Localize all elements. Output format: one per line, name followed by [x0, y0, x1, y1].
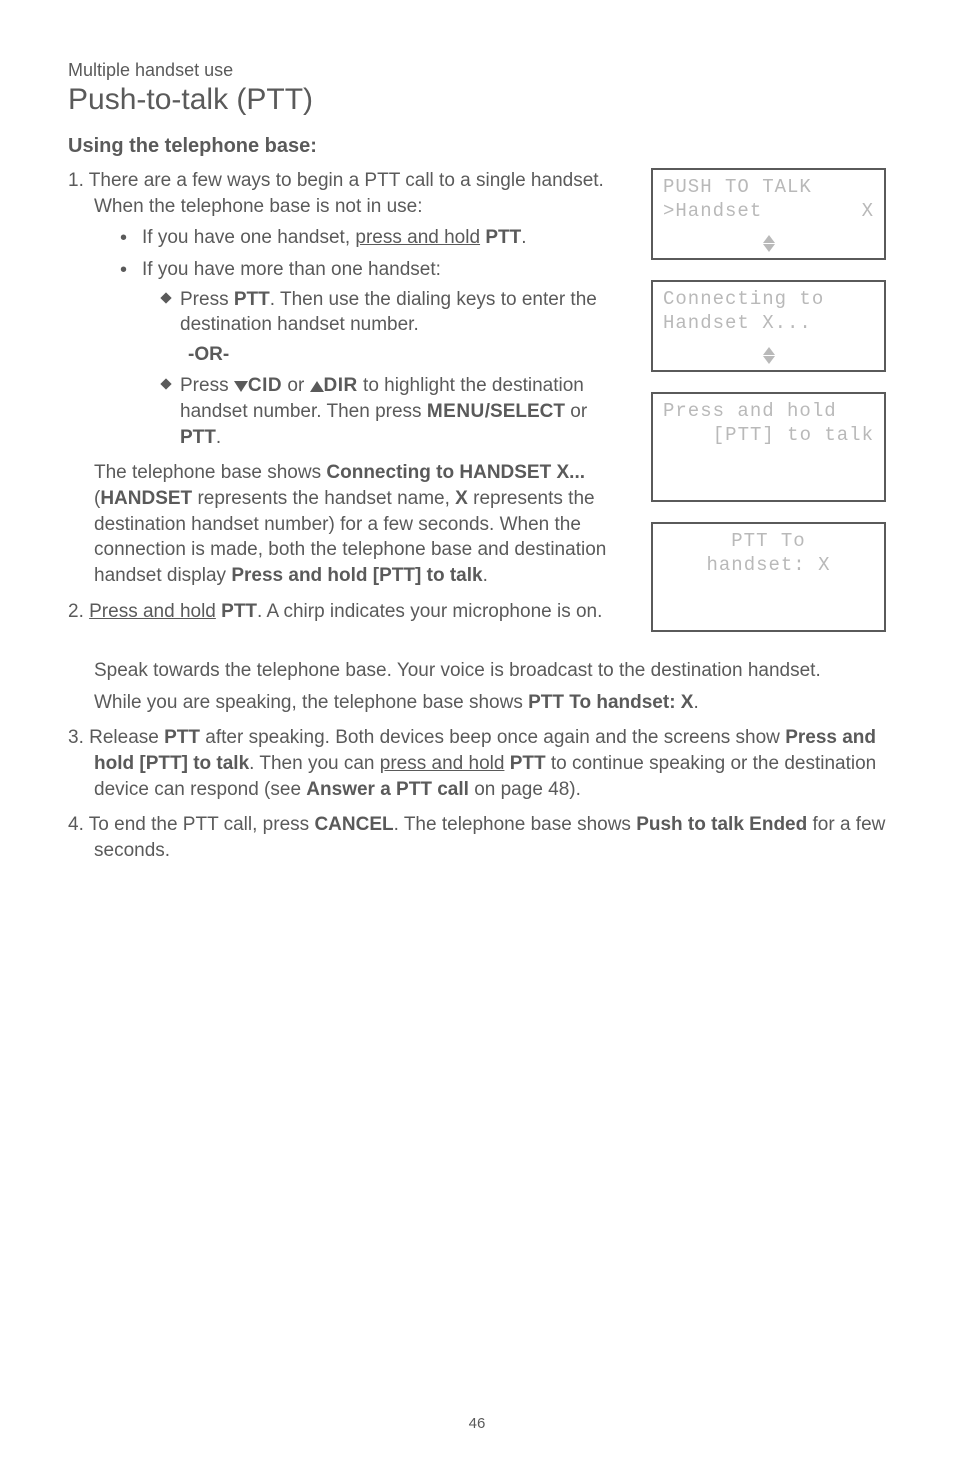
step-2-continued: Speak towards the telephone base. Your v… [68, 658, 886, 715]
lcd-column: PUSH TO TALK >HandsetX Connecting to Han… [651, 168, 886, 652]
section-overline: Multiple handset use [68, 60, 886, 81]
step-2: 2. Press and hold PTT. A chirp indicates… [68, 599, 627, 625]
diamond-press-ptt: Press PTT. Then use the dialing keys to … [162, 287, 627, 338]
page-title: Push-to-talk (PTT) [68, 83, 886, 117]
or-separator: -OR- [142, 342, 627, 368]
diamond-press-cid-dir: Press CID or DIR to highlight the destin… [162, 373, 627, 450]
bullet-multi-handset: If you have more than one handset: Press… [120, 257, 627, 450]
step-text: There are a few ways to begin a PTT call… [89, 170, 604, 217]
step-1: 1. There are a few ways to begin a PTT c… [68, 168, 627, 589]
instructions-column: 1. There are a few ways to begin a PTT c… [68, 168, 627, 652]
lcd-push-to-talk: PUSH TO TALK >HandsetX [651, 168, 886, 260]
up-down-arrows-icon [763, 347, 775, 364]
lcd-ptt-to: PTT To handset: X [651, 522, 886, 632]
step-4: 4. To end the PTT call, press CANCEL. Th… [68, 812, 886, 863]
up-down-arrows-icon [763, 235, 775, 252]
sub-heading: Using the telephone base: [68, 135, 886, 158]
lcd-press-hold: Press and hold [PTT] to talk [651, 392, 886, 502]
diamond-icon [160, 292, 171, 303]
down-triangle-icon [234, 381, 248, 392]
step-number: 1. [68, 170, 89, 191]
bullet-one-handset: If you have one handset, press and hold … [120, 225, 627, 251]
lcd-connecting: Connecting to Handset X... [651, 280, 886, 372]
step-3: 3. Release PTT after speaking. Both devi… [68, 725, 886, 802]
diamond-icon [160, 379, 171, 390]
page-number: 46 [469, 1415, 486, 1432]
up-triangle-icon [310, 381, 324, 392]
